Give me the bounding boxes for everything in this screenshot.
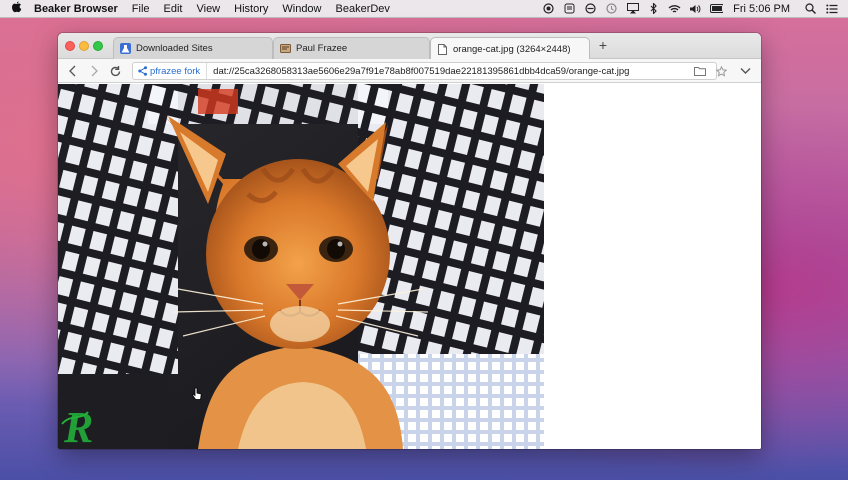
tab-orange-cat[interactable]: orange-cat.jpg (3264×2448) <box>430 37 590 60</box>
chevron-down-icon <box>740 68 750 74</box>
menu-history[interactable]: History <box>227 3 275 15</box>
cat-photo-illustration: R <box>58 84 544 449</box>
share-icon <box>138 66 147 76</box>
beaker-icon <box>120 43 131 54</box>
battery-icon[interactable] <box>710 4 724 14</box>
back-button[interactable] <box>64 62 82 80</box>
chevron-left-icon <box>69 65 76 77</box>
menubar-clock[interactable]: Fri 5:06 PM <box>733 3 790 15</box>
tab-title: Paul Frazee <box>296 43 348 54</box>
reload-button[interactable] <box>106 62 124 80</box>
orange-cat-image[interactable]: R <box>58 84 544 449</box>
navigation-bar: pfrazee fork dat://25ca3268058313ae5606e… <box>58 59 761 83</box>
browser-menu-button[interactable] <box>737 62 753 80</box>
url-bar[interactable]: pfrazee fork dat://25ca3268058313ae5606e… <box>132 62 717 80</box>
tab-bar: Downloaded Sites Paul Frazee orange-cat.… <box>58 33 761 60</box>
volume-icon[interactable] <box>689 4 702 14</box>
menu-beakerdev[interactable]: BeakerDev <box>329 3 397 15</box>
do-not-disturb-icon[interactable] <box>584 3 597 14</box>
tab-downloaded-sites[interactable]: Downloaded Sites <box>113 37 273 59</box>
site-favicon <box>280 43 291 54</box>
apple-menu-icon[interactable] <box>0 1 32 16</box>
menu-window[interactable]: Window <box>275 3 328 15</box>
bluetooth-icon[interactable] <box>647 3 660 14</box>
menu-edit[interactable]: Edit <box>157 3 190 15</box>
watermark-logo: R <box>63 403 93 449</box>
notification-center-icon[interactable] <box>825 4 838 14</box>
record-icon[interactable] <box>542 3 555 14</box>
url-text[interactable]: dat://25ca3268058313ae5606e29a7f91e78ab8… <box>207 66 629 77</box>
pocket-icon[interactable] <box>563 3 576 14</box>
browser-window: Downloaded Sites Paul Frazee orange-cat.… <box>58 33 761 449</box>
fork-label: pfrazee fork <box>150 65 201 77</box>
new-tab-button[interactable]: + <box>595 37 611 53</box>
spotlight-icon[interactable] <box>804 3 817 14</box>
minimize-window-button[interactable] <box>79 41 89 51</box>
zoom-window-button[interactable] <box>93 41 103 51</box>
status-area: Fri 5:06 PM <box>538 0 848 18</box>
document-icon <box>437 43 448 55</box>
menu-view[interactable]: View <box>189 3 227 15</box>
mouse-pointer-icon <box>192 387 202 400</box>
menu-file[interactable]: File <box>125 3 157 15</box>
tab-title: orange-cat.jpg (3264×2448) <box>453 43 571 55</box>
fork-button[interactable]: pfrazee fork <box>133 63 208 79</box>
bookmark-button[interactable] <box>713 62 729 80</box>
menu-bar: Beaker Browser File Edit View History Wi… <box>0 0 848 18</box>
tab-paul-frazee[interactable]: Paul Frazee <box>273 37 430 59</box>
tab-title: Downloaded Sites <box>136 43 213 54</box>
close-window-button[interactable] <box>65 41 75 51</box>
folder-icon <box>694 67 706 76</box>
app-menu[interactable]: Beaker Browser <box>32 3 125 15</box>
reload-icon <box>110 65 120 76</box>
star-icon <box>715 65 727 77</box>
time-machine-icon[interactable] <box>605 3 618 14</box>
view-files-button[interactable] <box>692 62 708 80</box>
chevron-right-icon <box>91 65 98 77</box>
forward-button[interactable] <box>85 62 103 80</box>
page-content: R <box>58 84 761 449</box>
airplay-icon[interactable] <box>626 3 639 14</box>
wifi-icon[interactable] <box>668 4 681 14</box>
